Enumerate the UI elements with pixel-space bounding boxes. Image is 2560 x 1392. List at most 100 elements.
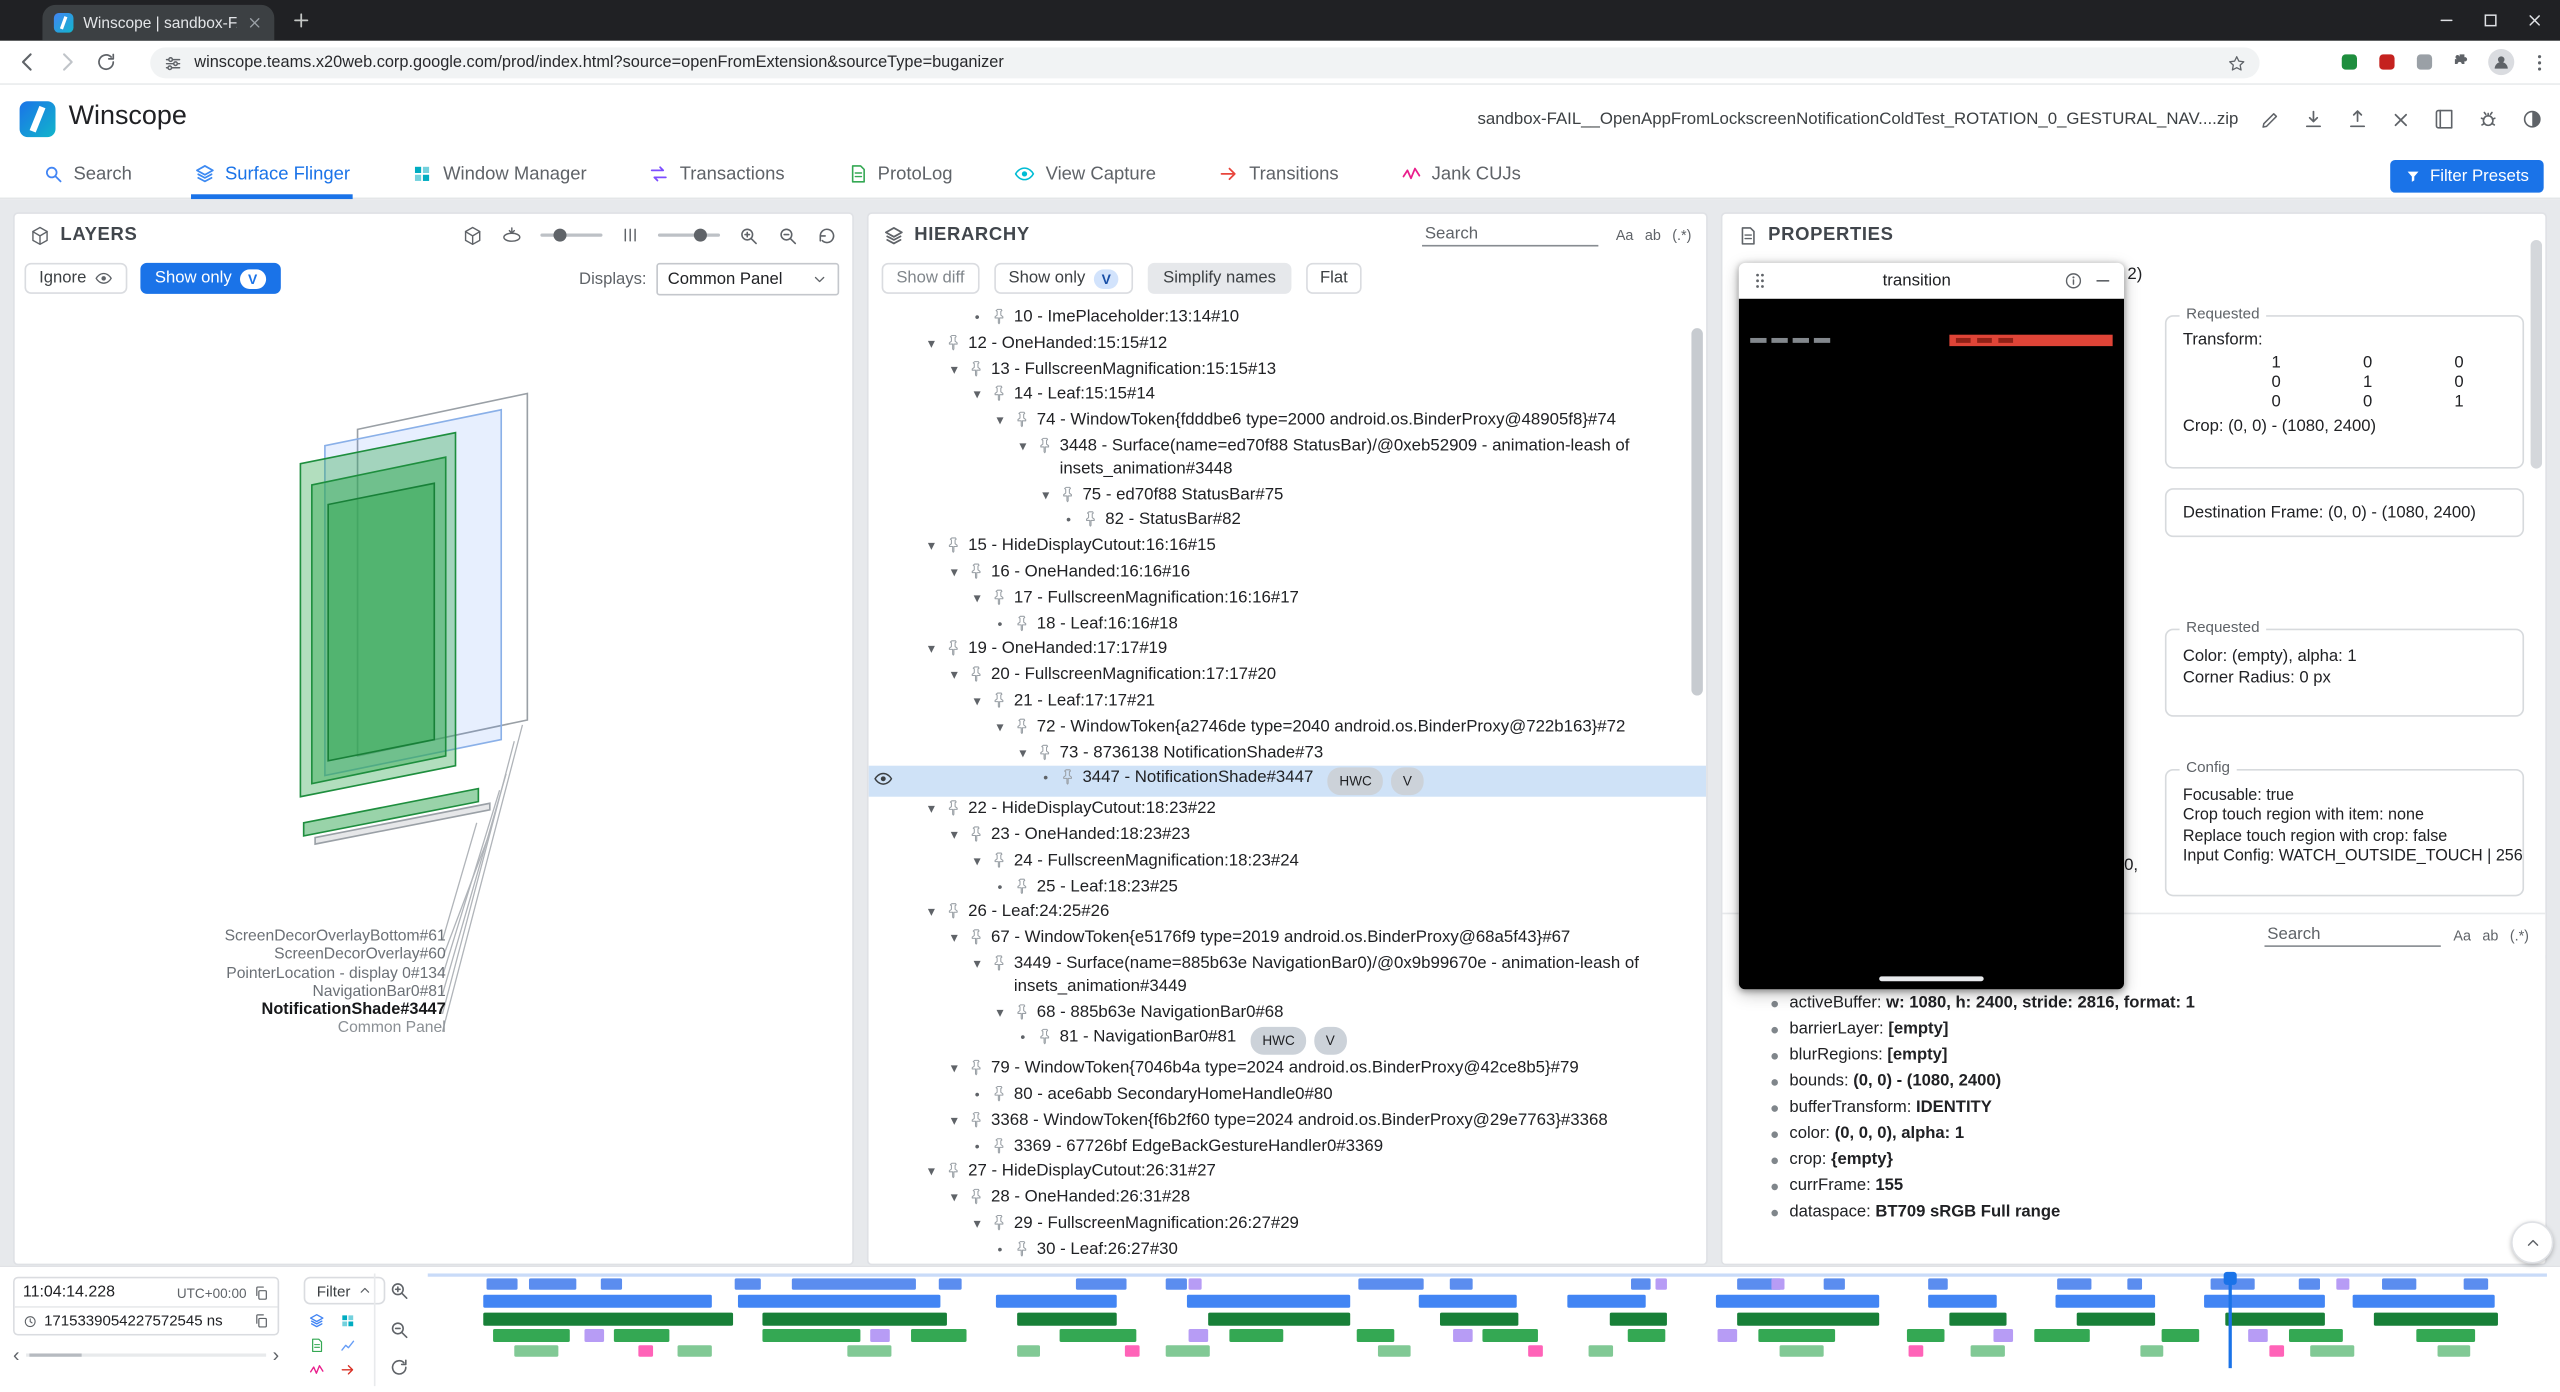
expander-icon[interactable]: ▾ — [967, 691, 988, 712]
trace-segment-accent[interactable] — [1528, 1345, 1543, 1356]
property-field[interactable]: crop: {empty} — [1742, 1148, 2545, 1174]
pin-icon[interactable] — [989, 307, 1009, 327]
trace-segment[interactable] — [2373, 1313, 2498, 1326]
trace-segment[interactable] — [763, 1313, 947, 1326]
transition-icon[interactable] — [340, 1362, 356, 1378]
trace-segment[interactable] — [602, 1278, 623, 1289]
trace-segment[interactable] — [2288, 1329, 2343, 1342]
tree-node[interactable]: •25 - Leaf:18:23#25 — [869, 874, 1707, 900]
pin-icon[interactable] — [1012, 716, 1032, 736]
expander-icon[interactable]: ▾ — [921, 536, 942, 557]
hierarchy-scrollbar[interactable] — [1691, 328, 1702, 695]
extensions-puzzle-icon[interactable] — [2451, 51, 2474, 74]
tree-node[interactable]: ▾79 - WindowToken{7046b4a type=2024 andr… — [869, 1057, 1707, 1083]
copy-icon[interactable] — [253, 1313, 269, 1329]
pin-icon[interactable] — [1012, 876, 1032, 896]
trace-segment[interactable] — [1568, 1295, 1646, 1308]
url-text[interactable]: winscope.teams.x20web.corp.google.com/pr… — [194, 54, 2215, 72]
reset-camera-icon[interactable] — [462, 224, 483, 245]
expander-icon[interactable]: ▾ — [1035, 484, 1056, 505]
trace-segment[interactable] — [1165, 1278, 1186, 1289]
trace-segment[interactable] — [2055, 1295, 2155, 1308]
pin-icon[interactable] — [967, 1110, 987, 1130]
trace-segment[interactable] — [493, 1329, 569, 1342]
expander-icon[interactable]: ▾ — [921, 333, 942, 354]
hierarchy-search-input[interactable] — [1422, 224, 1598, 247]
tree-node[interactable]: ▾16 - OneHanded:16:16#16 — [869, 560, 1707, 586]
screen-recording-overlay[interactable]: transition — [1739, 263, 2124, 990]
trace-segment[interactable] — [1229, 1329, 1284, 1342]
trace-segment[interactable] — [1420, 1295, 1517, 1308]
pin-icon[interactable] — [944, 902, 964, 922]
trace-segment[interactable] — [2204, 1295, 2325, 1308]
extension-icon-2[interactable] — [2376, 51, 2399, 74]
trace-segment[interactable] — [1716, 1295, 1879, 1308]
pin-icon[interactable] — [1035, 436, 1055, 456]
trace-segment[interactable] — [1358, 1278, 1424, 1289]
trace-segment-accent[interactable] — [1718, 1329, 1737, 1342]
trace-segment[interactable] — [1208, 1313, 1350, 1326]
tree-node[interactable]: ▾3368 - WindowToken{f6b2f60 type=2024 an… — [869, 1108, 1707, 1134]
trace-segment[interactable] — [1627, 1329, 1665, 1342]
tab-window-manager[interactable]: Window Manager — [409, 153, 590, 199]
tree-node[interactable]: •18 - Leaf:16:16#18 — [869, 612, 1707, 638]
expand-collapse-button[interactable] — [2511, 1221, 2553, 1263]
trace-segment[interactable] — [515, 1345, 559, 1356]
tab-protolog[interactable]: ProtoLog — [843, 153, 955, 199]
expander-icon[interactable]: ▾ — [1012, 436, 1033, 457]
pin-icon[interactable] — [967, 928, 987, 948]
trace-segment[interactable] — [1483, 1329, 1538, 1342]
theme-toggle-icon[interactable] — [2521, 108, 2544, 131]
trace-segment[interactable] — [2140, 1345, 2163, 1356]
trace-segment[interactable] — [1186, 1295, 1349, 1308]
trace-segment-accent[interactable] — [1125, 1345, 1140, 1356]
trace-segment[interactable] — [735, 1278, 760, 1289]
expander-icon[interactable]: ▾ — [967, 953, 988, 974]
tree-node[interactable]: ▾20 - FullscreenMagnification:17:17#20 — [869, 663, 1707, 689]
minimize-icon[interactable] — [2093, 271, 2113, 291]
show-diff-toggle[interactable]: Show diff — [882, 263, 980, 294]
trace-segment[interactable] — [1928, 1278, 1947, 1289]
drag-handle-icon[interactable] — [1750, 271, 1770, 291]
pin-icon[interactable] — [989, 850, 1009, 870]
tab-transitions[interactable]: Transitions — [1215, 153, 1342, 199]
trace-segment-accent[interactable] — [638, 1345, 653, 1356]
zoom-out-icon[interactable] — [777, 224, 798, 245]
property-field[interactable]: activeBuffer: w: 1080, h: 2400, stride: … — [1742, 991, 2545, 1017]
tree-node[interactable]: •80 - ace6abb SecondaryHomeHandle0#80 — [869, 1082, 1707, 1108]
tree-node[interactable]: ▾67 - WindowToken{e5176f9 type=2019 andr… — [869, 926, 1707, 952]
property-field[interactable]: bufferTransform: IDENTITY — [1742, 1096, 2545, 1122]
tree-node[interactable]: •82 - StatusBar#82 — [869, 508, 1707, 534]
bookmark-icon[interactable] — [2227, 53, 2247, 73]
browser-tab[interactable]: Winscope | sandbox-FAI... — [42, 5, 274, 41]
trace-segment[interactable] — [678, 1345, 712, 1356]
tree-node[interactable]: ▾21 - Leaf:17:17#21 — [869, 689, 1707, 715]
flat-toggle[interactable]: Flat — [1305, 263, 1362, 294]
tree-node[interactable]: ▾13 - FullscreenMagnification:15:15#13 — [869, 357, 1707, 383]
pin-icon[interactable] — [944, 1161, 964, 1181]
tab-transactions[interactable]: Transactions — [645, 153, 787, 199]
zoom-in-icon[interactable] — [738, 224, 759, 245]
doc-icon[interactable] — [309, 1337, 325, 1353]
trace-segment[interactable] — [1610, 1313, 1667, 1326]
reset-view-icon[interactable] — [816, 224, 837, 245]
tree-node[interactable]: ▾22 - HideDisplayCutout:18:23#22 — [869, 797, 1707, 823]
trace-segment[interactable] — [763, 1329, 860, 1342]
timeline-filter-button[interactable]: Filter — [304, 1277, 385, 1305]
trace-segment-accent[interactable] — [1909, 1345, 1924, 1356]
tree-node[interactable]: ▾75 - ed70f88 StatusBar#75 — [869, 483, 1707, 509]
bug-report-icon[interactable] — [2477, 108, 2500, 131]
expander-icon[interactable]: ▾ — [921, 902, 942, 923]
layers-icon[interactable] — [309, 1313, 325, 1329]
tab-search[interactable]: Search — [39, 153, 135, 199]
tree-node[interactable]: ▾19 - OneHanded:17:17#19 — [869, 637, 1707, 663]
trace-segment[interactable] — [1949, 1313, 2006, 1326]
pin-icon[interactable] — [1058, 484, 1078, 504]
trace-segment[interactable] — [487, 1278, 517, 1289]
profile-avatar[interactable] — [2488, 49, 2514, 75]
window-maximize-icon[interactable] — [2482, 11, 2500, 29]
pin-icon[interactable] — [967, 1058, 987, 1078]
trace-segment[interactable] — [2299, 1278, 2320, 1289]
pin-icon[interactable] — [967, 562, 987, 582]
trace-segment-accent[interactable] — [1189, 1329, 1208, 1342]
